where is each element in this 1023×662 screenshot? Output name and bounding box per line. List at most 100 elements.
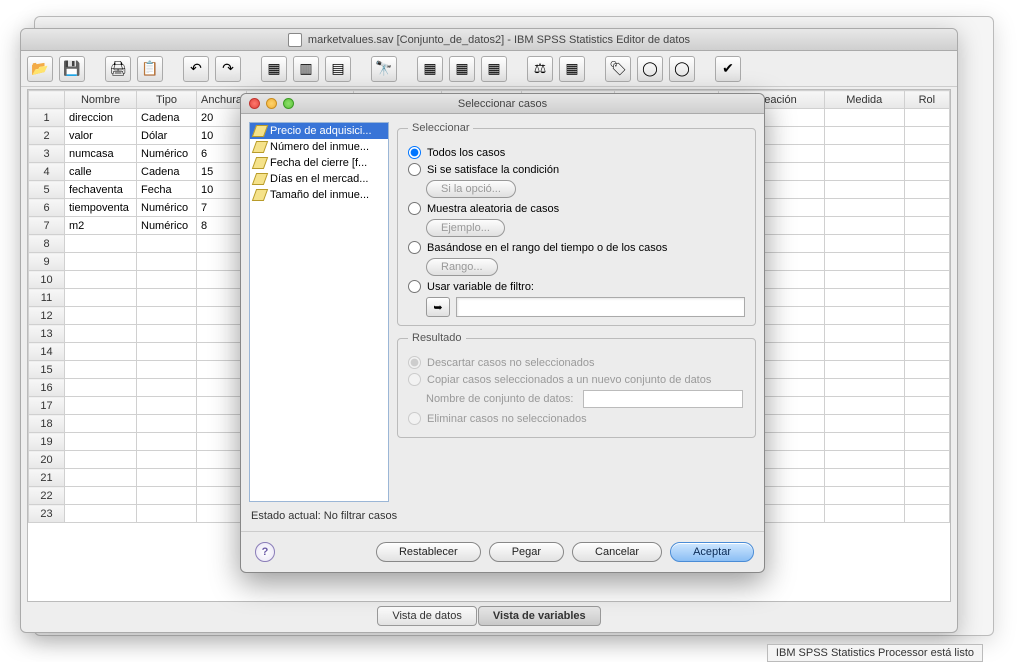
split-button[interactable]: ▦: [481, 56, 507, 82]
cancel-button[interactable]: Cancelar: [572, 542, 662, 562]
row-header[interactable]: 21: [29, 469, 65, 487]
row-header[interactable]: 18: [29, 415, 65, 433]
cell-width[interactable]: 15: [197, 163, 247, 181]
variable-list-item[interactable]: Tamaño del inmue...: [250, 187, 388, 203]
insert-case-button[interactable]: ▦: [417, 56, 443, 82]
zoom-icon[interactable]: [283, 98, 294, 109]
sample-button[interactable]: Ejemplo...: [426, 219, 505, 237]
radio-all-cases[interactable]: [408, 146, 421, 159]
reset-button[interactable]: Restablecer: [376, 542, 481, 562]
insert-var-button[interactable]: ▦: [449, 56, 475, 82]
goto-case-button[interactable]: ▦: [261, 56, 287, 82]
spellcheck-button[interactable]: ✔: [715, 56, 741, 82]
open-button[interactable]: 📂: [27, 56, 53, 82]
goto-var-button[interactable]: ▥: [293, 56, 319, 82]
paste-button[interactable]: Pegar: [489, 542, 564, 562]
cell-name[interactable]: calle: [65, 163, 137, 181]
cell-name[interactable]: tiempoventa: [65, 199, 137, 217]
dialog-titlebar[interactable]: Seleccionar casos: [241, 94, 764, 114]
ruler-icon: [252, 125, 268, 137]
row-header[interactable]: 2: [29, 127, 65, 145]
col-rol[interactable]: Rol: [904, 91, 949, 109]
titlebar: marketvalues.sav [Conjunto_de_datos2] - …: [21, 29, 957, 51]
value-labels-button[interactable]: 🏷: [605, 56, 631, 82]
variable-list[interactable]: Precio de adquisici...Número del inmue..…: [249, 122, 389, 502]
row-header[interactable]: 6: [29, 199, 65, 217]
cell-type[interactable]: Numérico: [137, 199, 197, 217]
row-header[interactable]: 22: [29, 487, 65, 505]
tab-data-view[interactable]: Vista de datos: [377, 606, 477, 626]
row-header[interactable]: 3: [29, 145, 65, 163]
variable-list-item[interactable]: Número del inmue...: [250, 139, 388, 155]
use-sets-button[interactable]: ◯: [637, 56, 663, 82]
range-button[interactable]: Rango...: [426, 258, 498, 276]
cell-width[interactable]: 7: [197, 199, 247, 217]
move-variable-button[interactable]: ➥: [426, 297, 450, 317]
weight-button[interactable]: ⚖: [527, 56, 553, 82]
col-anchura[interactable]: Anchura: [197, 91, 247, 109]
cell-name[interactable]: valor: [65, 127, 137, 145]
find-button[interactable]: 🔭: [371, 56, 397, 82]
help-button[interactable]: ?: [255, 542, 275, 562]
row-header[interactable]: 16: [29, 379, 65, 397]
row-header[interactable]: 5: [29, 181, 65, 199]
cell-type[interactable]: Numérico: [137, 217, 197, 235]
row-header[interactable]: 13: [29, 325, 65, 343]
select-cases-button[interactable]: ▦: [559, 56, 585, 82]
row-header[interactable]: 9: [29, 253, 65, 271]
cell-type[interactable]: Cadena: [137, 109, 197, 127]
row-header[interactable]: 10: [29, 271, 65, 289]
row-header[interactable]: 15: [29, 361, 65, 379]
row-header[interactable]: 4: [29, 163, 65, 181]
radio-filter-variable[interactable]: [408, 280, 421, 293]
variable-list-item[interactable]: Fecha del cierre [f...: [250, 155, 388, 171]
cell-width[interactable]: 6: [197, 145, 247, 163]
label-delete: Eliminar casos no seleccionados: [427, 413, 587, 425]
recall-button[interactable]: 📋: [137, 56, 163, 82]
save-button[interactable]: 💾: [59, 56, 85, 82]
variable-list-item[interactable]: Precio de adquisici...: [250, 123, 388, 139]
cell-name[interactable]: numcasa: [65, 145, 137, 163]
row-header[interactable]: 7: [29, 217, 65, 235]
print-button[interactable]: 🖨: [105, 56, 131, 82]
row-header[interactable]: 19: [29, 433, 65, 451]
cell-width[interactable]: 8: [197, 217, 247, 235]
show-all-button[interactable]: ◯: [669, 56, 695, 82]
redo-button[interactable]: ↷: [215, 56, 241, 82]
row-header[interactable]: 20: [29, 451, 65, 469]
ok-button[interactable]: Aceptar: [670, 542, 754, 562]
minimize-icon[interactable]: [266, 98, 277, 109]
tab-variable-view[interactable]: Vista de variables: [478, 606, 601, 626]
variable-list-item[interactable]: Días en el mercad...: [250, 171, 388, 187]
col-nombre[interactable]: Nombre: [65, 91, 137, 109]
row-header[interactable]: 12: [29, 307, 65, 325]
cell-name[interactable]: direccion: [65, 109, 137, 127]
cell-name[interactable]: m2: [65, 217, 137, 235]
row-header[interactable]: 23: [29, 505, 65, 523]
undo-button[interactable]: ↶: [183, 56, 209, 82]
cell-width[interactable]: 10: [197, 127, 247, 145]
radio-random-sample[interactable]: [408, 202, 421, 215]
cell-type[interactable]: Fecha: [137, 181, 197, 199]
close-icon[interactable]: [249, 98, 260, 109]
dataset-name-input[interactable]: [583, 390, 743, 408]
col-medida[interactable]: Medida: [824, 91, 904, 109]
radio-range[interactable]: [408, 241, 421, 254]
row-header[interactable]: 1: [29, 109, 65, 127]
row-header[interactable]: 11: [29, 289, 65, 307]
dataset-name-label: Nombre de conjunto de datos:: [426, 393, 573, 405]
row-header[interactable]: 8: [29, 235, 65, 253]
cell-name[interactable]: fechaventa: [65, 181, 137, 199]
cell-width[interactable]: 10: [197, 181, 247, 199]
row-header[interactable]: 14: [29, 343, 65, 361]
filter-variable-input[interactable]: [456, 297, 745, 317]
cell-width[interactable]: 20: [197, 109, 247, 127]
row-header[interactable]: 17: [29, 397, 65, 415]
cell-type[interactable]: Cadena: [137, 163, 197, 181]
if-button[interactable]: Si la opció...: [426, 180, 516, 198]
cell-type[interactable]: Dólar: [137, 127, 197, 145]
col-tipo[interactable]: Tipo: [137, 91, 197, 109]
cell-type[interactable]: Numérico: [137, 145, 197, 163]
variables-button[interactable]: ▤: [325, 56, 351, 82]
radio-if-condition[interactable]: [408, 163, 421, 176]
